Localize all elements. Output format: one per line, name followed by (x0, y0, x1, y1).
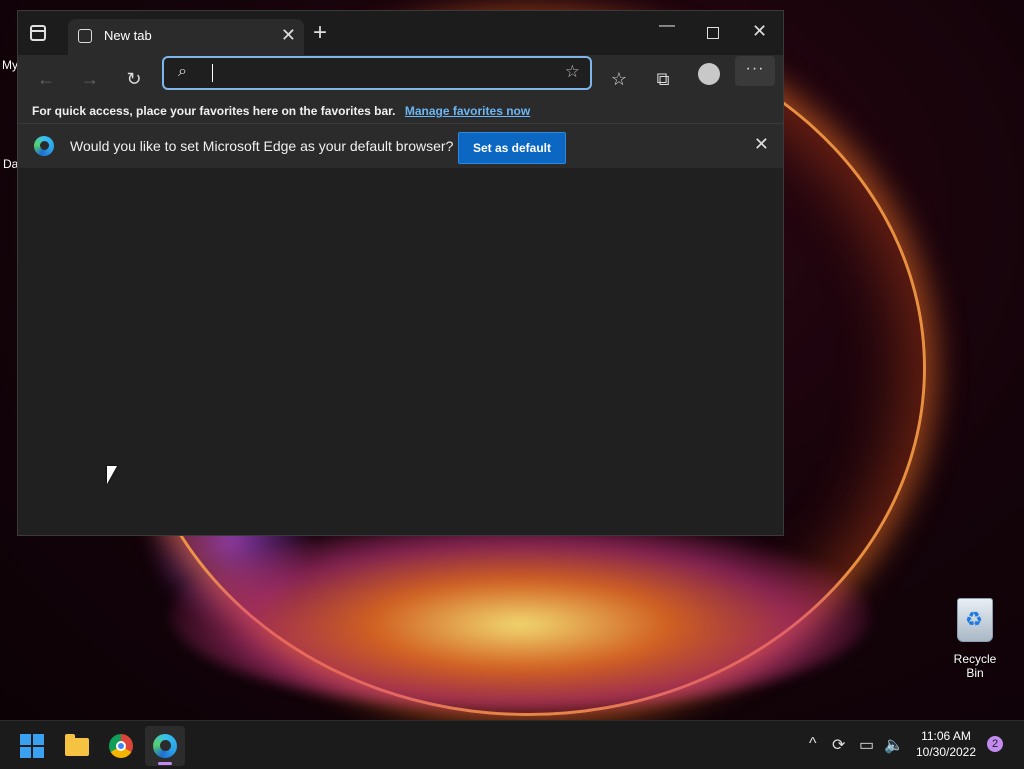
manage-favorites-link[interactable]: Manage favorites now (405, 104, 530, 118)
new-tab-page-icon (78, 29, 92, 43)
favorites-bar: For quick access, place your favorites h… (18, 103, 783, 123)
chrome-icon[interactable] (101, 726, 141, 766)
infobar-message: Would you like to set Microsoft Edge as … (70, 138, 454, 154)
start-icon[interactable] (20, 734, 44, 758)
text-caret (212, 64, 213, 82)
infobar-close-icon[interactable]: ✕ (754, 134, 769, 155)
wallpaper-glow (170, 520, 870, 710)
desktop-icon-label[interactable]: My (2, 58, 18, 72)
edge-logo-icon (34, 136, 54, 156)
minimize-icon[interactable]: — (659, 17, 675, 35)
sync-icon[interactable]: ⟳ (832, 735, 845, 755)
set-as-default-button[interactable]: Set as default (458, 132, 566, 164)
favorites-bar-text: For quick access, place your favorites h… (32, 104, 396, 118)
clock-date: 10/30/2022 (915, 745, 977, 759)
recycle-bin[interactable]: Recycle Bin (944, 598, 1006, 680)
tab-close-icon[interactable]: ✕ (281, 25, 296, 46)
new-tab-button[interactable]: + (313, 19, 327, 47)
tab-bar: New tab ✕ + — ✕ (18, 11, 783, 55)
file-explorer-icon[interactable] (57, 726, 97, 766)
refresh-icon[interactable]: ↻ (120, 65, 148, 93)
tab-title: New tab (104, 28, 152, 43)
toolbar: ← → ↻ ⌕ ☆ ☆ ⧉ ··· (18, 55, 783, 103)
volume-icon[interactable]: 🔈 (884, 735, 904, 755)
forward-icon[interactable]: → (76, 65, 104, 93)
show-hidden-icons-icon[interactable]: ^ (809, 735, 817, 753)
default-browser-infobar: Would you like to set Microsoft Edge as … (18, 123, 783, 169)
back-icon[interactable]: ← (32, 65, 60, 93)
recycle-bin-icon[interactable] (957, 598, 993, 642)
window-close-icon[interactable]: ✕ (752, 21, 767, 42)
active-app-indicator (158, 762, 172, 765)
tab-actions-icon[interactable] (30, 25, 46, 41)
tab-new-tab[interactable]: New tab ✕ (68, 19, 304, 55)
taskbar: ^ ⟳ ▭ 🔈 11:06 AM 10/30/2022 2 (0, 720, 1024, 769)
address-bar[interactable]: ⌕ ☆ (162, 56, 592, 90)
maximize-icon[interactable] (707, 27, 719, 39)
recycle-bin-label: Recycle Bin (953, 652, 997, 680)
clock-time: 11:06 AM (921, 729, 971, 743)
page-content (18, 168, 783, 535)
address-input[interactable] (214, 62, 538, 84)
settings-more-icon[interactable]: ··· (735, 56, 775, 86)
collections-icon[interactable]: ⧉ (649, 65, 677, 93)
network-icon[interactable]: ▭ (859, 735, 874, 755)
edge-icon[interactable] (145, 726, 185, 766)
add-favorite-icon[interactable]: ☆ (565, 62, 580, 82)
clock[interactable]: 11:06 AM 10/30/2022 (908, 728, 984, 760)
mouse-cursor-icon (107, 466, 117, 484)
browser-window: New tab ✕ + — ✕ ← → ↻ ⌕ ☆ ☆ ⧉ ··· For qu… (17, 10, 784, 536)
profile-avatar-icon[interactable] (698, 63, 720, 85)
search-icon: ⌕ (178, 63, 187, 80)
favorites-icon[interactable]: ☆ (605, 65, 633, 93)
notification-badge[interactable]: 2 (987, 736, 1003, 752)
